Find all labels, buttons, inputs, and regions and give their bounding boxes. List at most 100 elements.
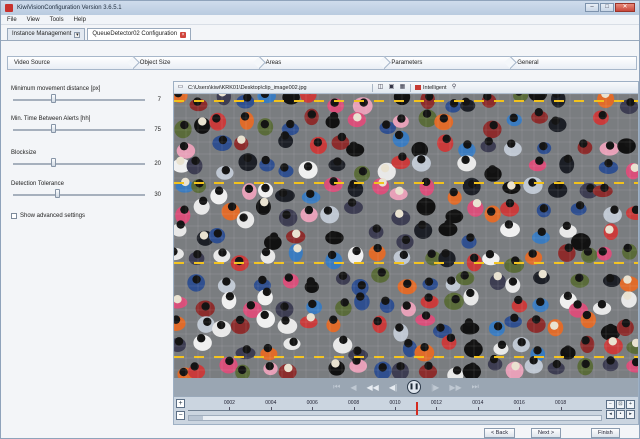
grid-icon[interactable]: ▦ bbox=[399, 84, 406, 91]
person-head bbox=[227, 202, 237, 211]
lane-dash bbox=[374, 182, 384, 184]
person-head bbox=[564, 243, 573, 252]
person-head bbox=[191, 156, 200, 165]
folder-icon[interactable]: ▭ bbox=[177, 84, 184, 91]
zoom-icon[interactable]: ◫ bbox=[377, 84, 384, 91]
step-general[interactable]: General bbox=[510, 56, 637, 70]
person-head bbox=[624, 139, 633, 148]
step-parameters[interactable]: Parameters bbox=[384, 56, 518, 70]
slider-track[interactable] bbox=[13, 129, 145, 131]
person-head bbox=[463, 140, 472, 149]
lane-dash bbox=[534, 100, 544, 102]
step-video-source[interactable]: Video Source bbox=[7, 56, 140, 70]
menu-view[interactable]: View bbox=[27, 17, 40, 23]
person-head bbox=[377, 268, 386, 277]
lane-dash bbox=[574, 356, 584, 358]
menu-help[interactable]: Help bbox=[74, 17, 86, 23]
zoom-in-icon[interactable]: + bbox=[626, 400, 635, 409]
playhead[interactable] bbox=[415, 402, 418, 416]
intelligent-toggle[interactable]: Intelligent bbox=[415, 85, 447, 91]
lane-dash bbox=[594, 356, 604, 358]
timeline-ruler[interactable]: 0002 0004 0006 0008 0010 0012 0014 0016 0018 bbox=[188, 399, 602, 416]
camera-icon[interactable]: ▣ bbox=[388, 84, 395, 91]
frame-back-icon[interactable]: ◀| bbox=[389, 383, 397, 392]
skip-start-icon[interactable]: ⏮ bbox=[333, 382, 340, 392]
slider-track[interactable] bbox=[13, 163, 145, 165]
advanced-settings-checkbox[interactable] bbox=[11, 213, 17, 219]
tab-label: Instance Management bbox=[12, 31, 72, 37]
lane-dash bbox=[254, 100, 264, 102]
person-head bbox=[286, 119, 295, 129]
tab-instance-management[interactable]: Instance Management ▾ bbox=[7, 28, 86, 40]
timeline-scrollbar[interactable] bbox=[188, 415, 602, 421]
setting-min-movement: Minimum movement distance [px] 7 bbox=[11, 86, 161, 103]
person-head bbox=[420, 197, 429, 206]
person-head bbox=[427, 249, 436, 258]
next-button[interactable]: Next > bbox=[531, 428, 562, 438]
person-head bbox=[269, 232, 279, 241]
slider-thumb[interactable] bbox=[51, 158, 57, 167]
back-button[interactable]: < Back bbox=[484, 428, 515, 438]
pause-button[interactable]: ❚❚ bbox=[407, 380, 422, 394]
maximize-button[interactable]: □ bbox=[600, 3, 614, 12]
step-label: Video Source bbox=[14, 60, 50, 66]
frame-forward-icon[interactable]: |▶ bbox=[431, 383, 439, 392]
lane-dash bbox=[614, 100, 624, 102]
person-head bbox=[536, 297, 545, 307]
person-head bbox=[621, 318, 631, 328]
lane-dash bbox=[634, 182, 638, 184]
advanced-settings-toggle[interactable]: Show advanced settings bbox=[11, 213, 85, 219]
slider-track[interactable] bbox=[13, 99, 145, 101]
slider-thumb[interactable] bbox=[55, 189, 61, 198]
step-areas[interactable]: Areas bbox=[258, 56, 392, 70]
slider-track[interactable] bbox=[13, 194, 145, 196]
timeline-add-icon[interactable]: + bbox=[176, 399, 185, 408]
person-head bbox=[396, 362, 405, 371]
person-head bbox=[373, 243, 382, 253]
setting-label: Detection Tolerance bbox=[11, 181, 64, 187]
search-icon[interactable]: ⚲ bbox=[451, 84, 458, 91]
person-head bbox=[488, 165, 497, 174]
lane-dash bbox=[634, 262, 638, 264]
person-head bbox=[308, 299, 317, 309]
step-object-size[interactable]: Object Size bbox=[132, 56, 266, 70]
person-head bbox=[451, 295, 460, 304]
timeline-remove-icon[interactable]: − bbox=[176, 411, 185, 420]
skip-end-icon[interactable]: ⏭ bbox=[472, 382, 479, 392]
fast-forward-icon[interactable]: ▶▶ bbox=[449, 383, 461, 392]
slider-thumb[interactable] bbox=[51, 124, 57, 133]
person-head bbox=[240, 112, 250, 121]
slider-thumb[interactable] bbox=[51, 94, 57, 103]
close-tab-icon[interactable]: × bbox=[180, 31, 187, 38]
person-head bbox=[403, 279, 412, 288]
finish-button[interactable]: Finish bbox=[591, 428, 620, 438]
dropdown-icon[interactable]: ▾ bbox=[74, 31, 81, 38]
setting-label: Blocksize bbox=[11, 150, 37, 156]
menu-tools[interactable]: Tools bbox=[50, 17, 64, 23]
lane-dash bbox=[414, 262, 424, 264]
step-back-icon[interactable]: ◀ bbox=[350, 383, 356, 392]
pan-right-icon[interactable]: ▸ bbox=[626, 410, 635, 419]
rewind-icon[interactable]: ◀◀ bbox=[367, 383, 379, 392]
lane-dash bbox=[554, 262, 564, 264]
minimize-button[interactable]: – bbox=[585, 3, 599, 12]
pan-center-icon[interactable]: • bbox=[616, 410, 625, 419]
lane-dash bbox=[494, 356, 504, 358]
zoom-fit-icon[interactable]: ⊡ bbox=[616, 400, 625, 409]
tab-queuedetector-configuration[interactable]: QueueDetector02 Configuration × bbox=[87, 28, 192, 40]
person-head bbox=[606, 356, 615, 365]
menu-file[interactable]: File bbox=[7, 17, 17, 23]
person-head bbox=[439, 114, 449, 123]
zoom-out-icon[interactable]: − bbox=[606, 400, 615, 409]
lane-dash bbox=[234, 182, 244, 184]
person-head bbox=[581, 359, 590, 369]
person-head bbox=[193, 250, 202, 259]
close-button[interactable]: ✕ bbox=[615, 3, 635, 12]
person-head bbox=[179, 367, 188, 377]
pan-left-icon[interactable]: ◂ bbox=[606, 410, 615, 419]
person-head bbox=[605, 225, 614, 234]
timeline-scroll-thumb[interactable] bbox=[189, 416, 203, 420]
person-head bbox=[532, 315, 541, 324]
lane-dash bbox=[234, 262, 244, 264]
lane-dash bbox=[554, 100, 564, 102]
